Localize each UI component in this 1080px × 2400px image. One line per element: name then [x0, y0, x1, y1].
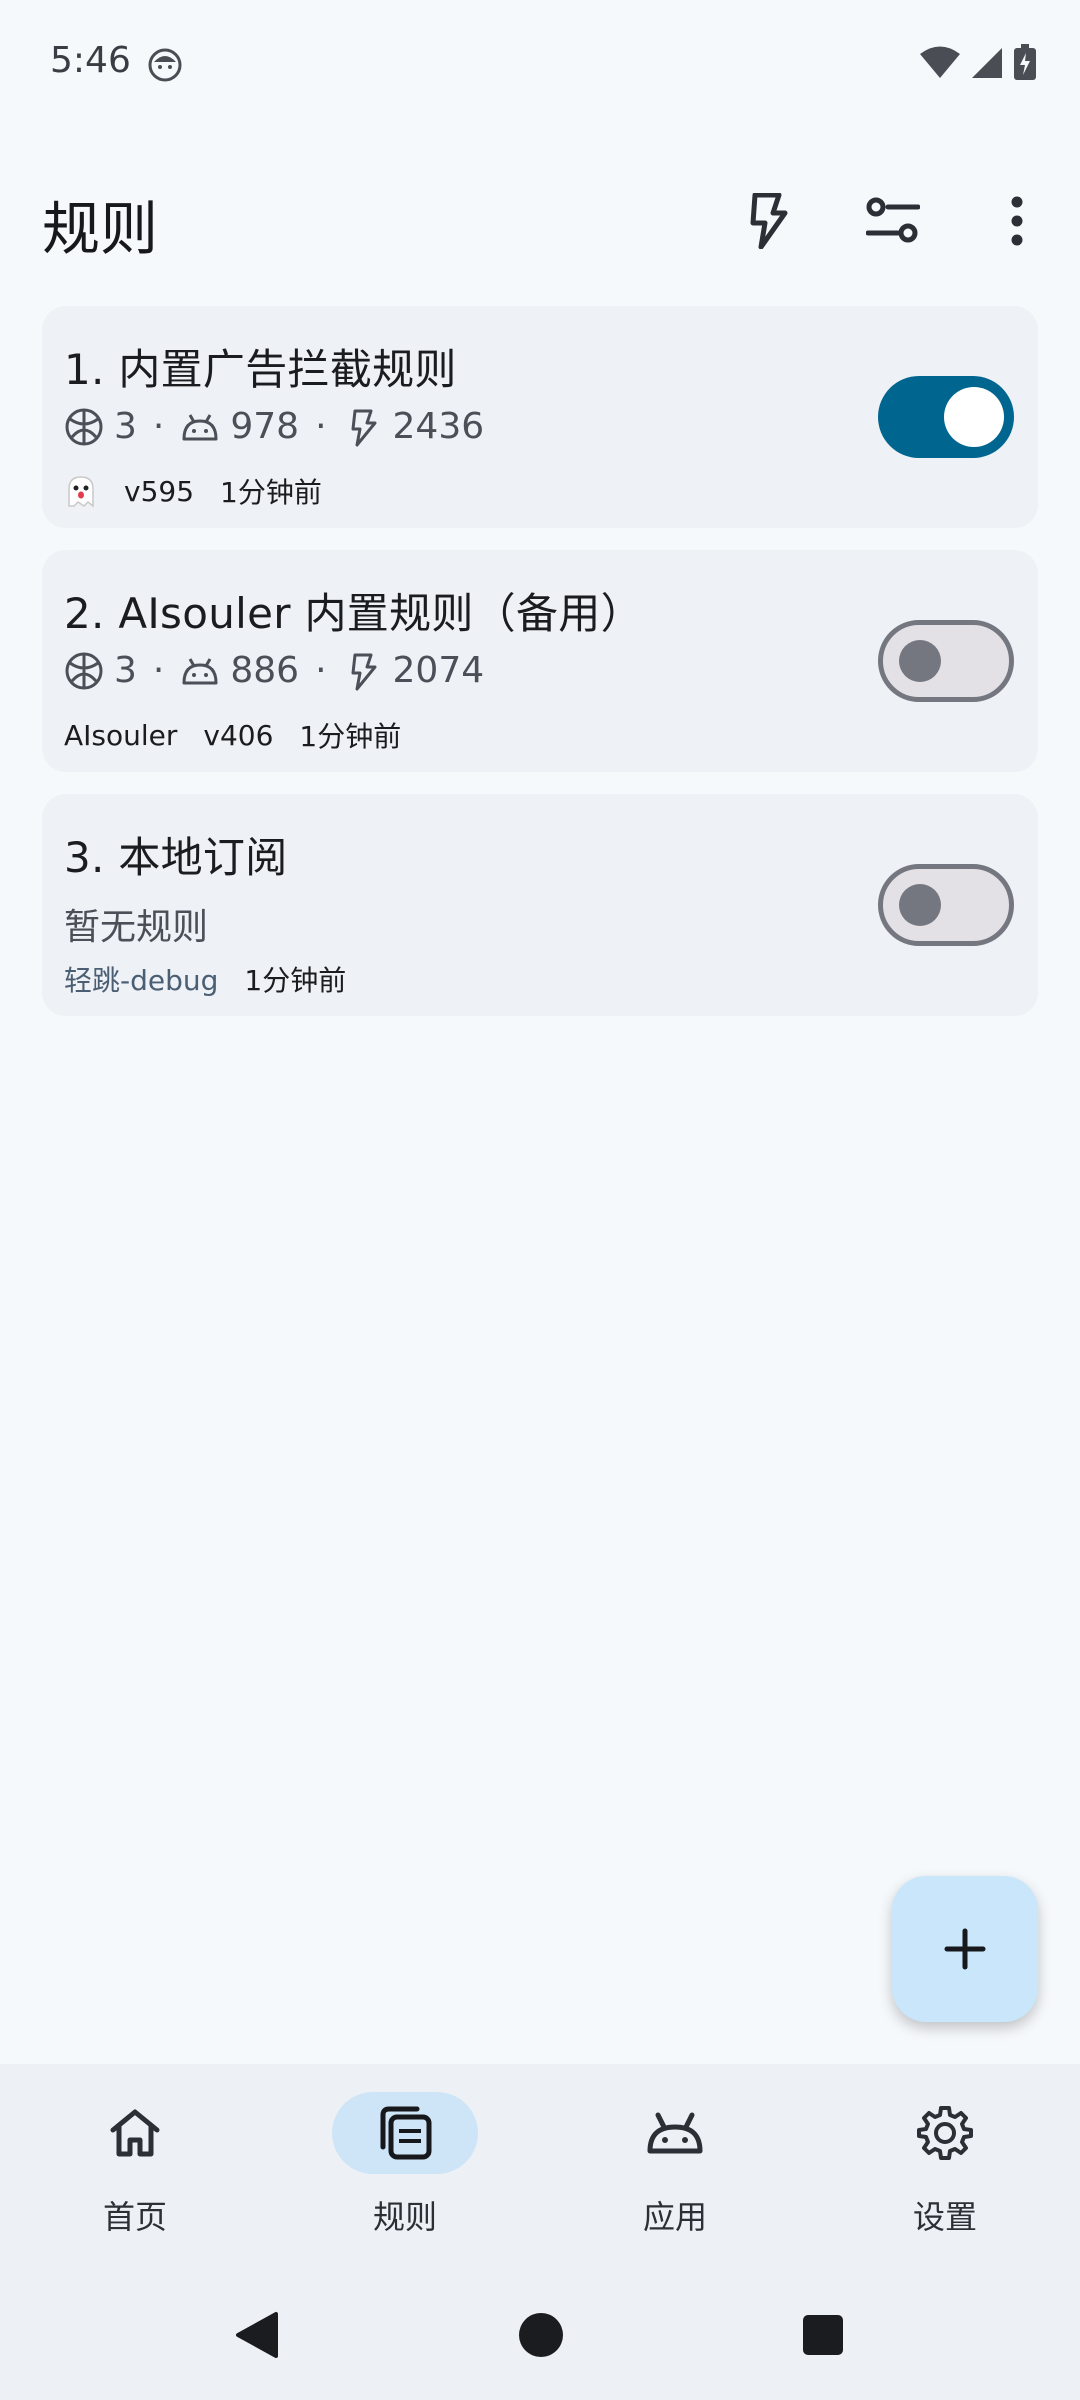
flash-icon	[750, 193, 788, 249]
rule-count: 2074	[392, 650, 485, 691]
rule-title: 2. AIsouler 内置规则（备用）	[64, 589, 643, 638]
nav-item-settings[interactable]: 设置	[810, 2064, 1080, 2264]
rule-updated-time: 1分钟前	[244, 964, 347, 997]
bottom-navigation: 首页 规则 应用 设置	[0, 2064, 1080, 2264]
global-ball-icon	[65, 652, 103, 689]
back-icon[interactable]	[232, 2310, 280, 2360]
rule-version: v406	[203, 718, 274, 752]
rule-stats: 3 · 978 · 2436	[64, 406, 484, 447]
android-icon	[182, 657, 218, 684]
android-icon	[182, 413, 218, 440]
nav-item-home[interactable]: 首页	[0, 2064, 270, 2264]
rule-meta: 轻跳-debug 1分钟前	[64, 959, 346, 999]
nav-label: 首页	[102, 2198, 167, 2236]
rule-card[interactable]: 2. AIsouler 内置规则（备用） 3 · 886 · 2074 AIso…	[42, 550, 1038, 772]
more-vert-icon	[1011, 196, 1023, 246]
ghost-icon	[68, 476, 94, 508]
filter-button[interactable]	[850, 178, 936, 264]
wifi-icon	[920, 46, 960, 78]
separator: ·	[152, 650, 165, 691]
more-options-button[interactable]	[974, 178, 1060, 264]
system-navigation-bar	[0, 2264, 1080, 2400]
rule-list: 1. 内置广告拦截规则 3 · 978 · 2436 v595 1分钟前 2. …	[42, 306, 1038, 1038]
rule-version: v595	[124, 474, 195, 508]
rule-meta: v595 1分钟前	[64, 471, 322, 511]
rules-icon	[380, 2106, 432, 2160]
rule-enable-switch[interactable]	[878, 376, 1014, 458]
nav-label: 设置	[912, 2198, 977, 2236]
android-icon	[647, 2112, 703, 2154]
empty-rules-text: 暂无规则	[64, 907, 209, 948]
nav-label: 应用	[642, 2198, 707, 2236]
app-count: 886	[230, 650, 300, 691]
rule-enable-switch[interactable]	[878, 864, 1014, 946]
separator: ·	[315, 650, 327, 691]
flash-button[interactable]	[726, 178, 812, 264]
rule-meta: AIsouler v406 1分钟前	[64, 715, 401, 755]
home-icon	[110, 2109, 160, 2157]
rule-source: 轻跳-debug	[64, 964, 219, 997]
rule-source: AIsouler	[64, 718, 178, 752]
flash-icon	[351, 653, 377, 690]
add-subscription-button[interactable]	[892, 1876, 1038, 2022]
global-count: 3	[114, 650, 137, 691]
status-bar: 5:46	[0, 0, 1080, 130]
rule-count: 2436	[392, 406, 485, 447]
filter-sliders-icon	[866, 197, 920, 243]
rule-title: 3. 本地订阅	[64, 833, 288, 882]
separator: ·	[152, 406, 165, 447]
rule-enable-switch[interactable]	[878, 620, 1014, 702]
separator: ·	[315, 406, 327, 447]
page-title: 规则	[42, 195, 159, 263]
recents-square-icon[interactable]	[802, 2314, 844, 2356]
gear-icon	[917, 2106, 973, 2160]
rule-title: 1. 内置广告拦截规则	[64, 345, 457, 394]
switch-knob	[944, 387, 1004, 447]
signal-icon	[972, 48, 1002, 78]
app-notification-icon	[148, 48, 182, 82]
switch-knob	[899, 640, 941, 682]
rule-card[interactable]: 1. 内置广告拦截规则 3 · 978 · 2436 v595 1分钟前	[42, 306, 1038, 528]
app-count: 978	[230, 406, 300, 447]
rule-updated-time: 1分钟前	[299, 720, 402, 753]
nav-item-apps[interactable]: 应用	[540, 2064, 810, 2264]
nav-item-rules[interactable]: 规则	[270, 2064, 540, 2264]
status-time: 5:46	[50, 40, 131, 81]
battery-charging-icon	[1014, 44, 1036, 80]
add-icon	[944, 1928, 986, 1970]
top-app-bar: 规则	[0, 150, 1080, 280]
nav-label: 规则	[372, 2198, 437, 2236]
home-circle-icon[interactable]	[518, 2312, 564, 2358]
global-ball-icon	[65, 408, 103, 445]
rule-card[interactable]: 3. 本地订阅 暂无规则 轻跳-debug 1分钟前	[42, 794, 1038, 1016]
switch-knob	[899, 884, 941, 926]
rule-stats: 3 · 886 · 2074	[64, 650, 484, 691]
global-count: 3	[114, 406, 137, 447]
rule-updated-time: 1分钟前	[220, 476, 322, 509]
flash-icon	[351, 409, 377, 446]
